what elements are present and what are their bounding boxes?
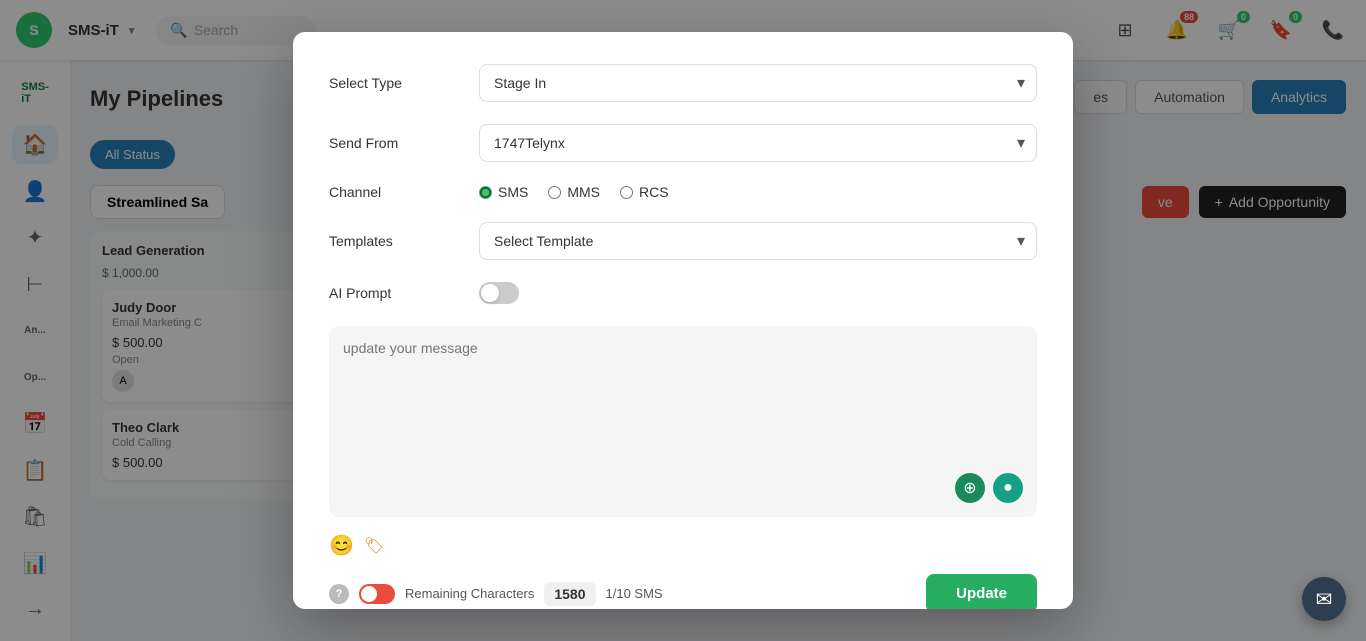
send-from-row: Send From 1747Telynx [329,124,1037,162]
select-type-row: Select Type Stage In Stage Out [329,64,1037,102]
rcs-radio[interactable] [620,186,633,199]
chat-icon[interactable]: ✉ [1302,577,1346,621]
mms-radio[interactable] [548,186,561,199]
select-type-label: Select Type [329,75,459,91]
message-textarea[interactable] [343,340,1023,460]
channel-row: Channel SMS MMS RCS [329,184,1037,200]
emoji-button[interactable]: 😊 [329,533,354,558]
message-area: ⊕ ● [329,326,1037,517]
char-toggle[interactable] [359,584,395,604]
char-info-row: ? Remaining Characters 1580 1/10 SMS [329,582,663,606]
channel-radio-group: SMS MMS RCS [479,184,1037,200]
tag-button[interactable]: 🏷 [364,536,384,556]
templates-dropdown[interactable]: Select Template [479,222,1037,260]
modal: Select Type Stage In Stage Out Send From… [293,32,1073,609]
channel-label: Channel [329,184,459,200]
ai-icon[interactable]: ● [993,473,1023,503]
attachment-icon[interactable]: ⊕ [955,473,985,503]
templates-control: Select Template [479,222,1037,260]
templates-label: Templates [329,233,459,249]
bottom-row: ? Remaining Characters 1580 1/10 SMS Upd… [329,574,1037,609]
help-icon[interactable]: ? [329,584,349,604]
ai-prompt-label: AI Prompt [329,285,459,301]
remaining-label: Remaining Characters [405,586,534,601]
toolbar-row: 😊 🏷 [329,533,1037,558]
sms-count: 1/10 SMS [606,586,663,601]
message-area-footer: ⊕ ● [343,473,1023,503]
modal-overlay[interactable]: Select Type Stage In Stage Out Send From… [0,0,1366,641]
channel-control: SMS MMS RCS [479,184,1037,200]
update-button[interactable]: Update [926,574,1037,609]
send-from-dropdown[interactable]: 1747Telynx [479,124,1037,162]
ai-prompt-toggle-wrapper [479,282,1037,304]
send-from-wrapper[interactable]: 1747Telynx [479,124,1037,162]
sms-radio[interactable] [479,186,492,199]
remaining-chars: 1580 [544,582,595,606]
ai-prompt-toggle[interactable] [479,282,519,304]
select-type-wrapper[interactable]: Stage In Stage Out [479,64,1037,102]
channel-sms[interactable]: SMS [479,184,528,200]
templates-row: Templates Select Template [329,222,1037,260]
send-from-control: 1747Telynx [479,124,1037,162]
ai-prompt-control [479,282,1037,304]
templates-wrapper[interactable]: Select Template [479,222,1037,260]
send-from-label: Send From [329,135,459,151]
select-type-dropdown[interactable]: Stage In Stage Out [479,64,1037,102]
ai-prompt-row: AI Prompt [329,282,1037,304]
channel-mms[interactable]: MMS [548,184,600,200]
channel-rcs[interactable]: RCS [620,184,669,200]
select-type-control: Stage In Stage Out [479,64,1037,102]
